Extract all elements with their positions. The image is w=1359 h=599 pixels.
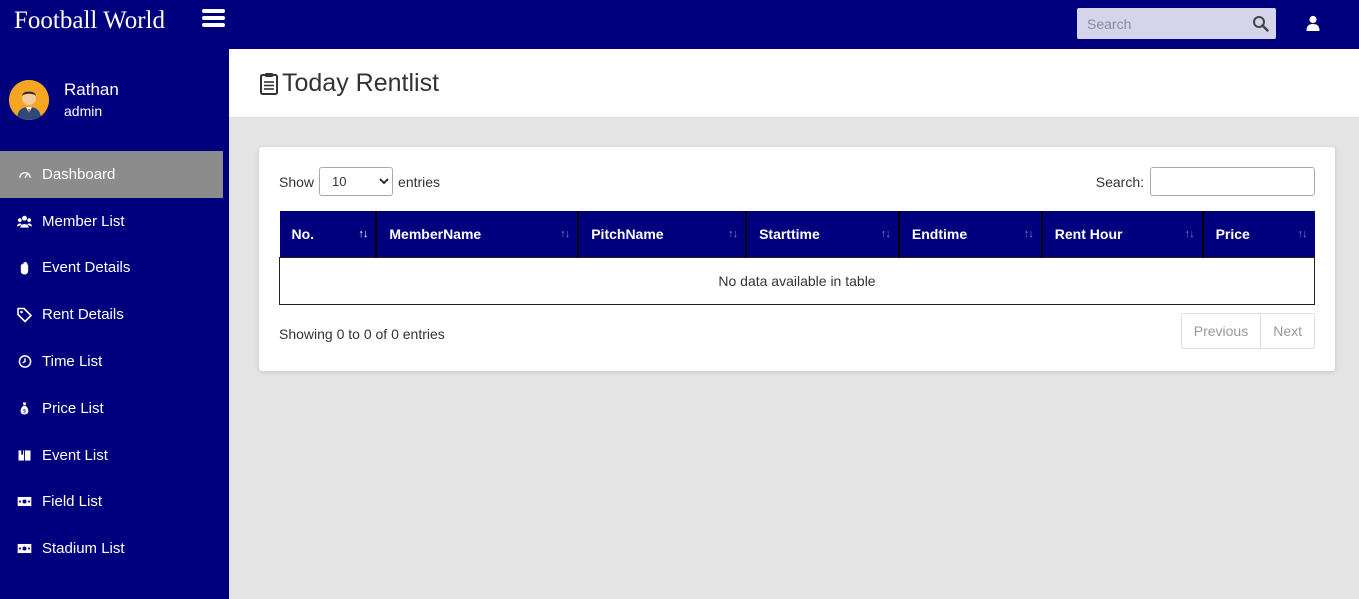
top-search-box	[1077, 8, 1276, 39]
sort-icon: ↑↓	[1297, 227, 1308, 240]
table-info: Showing 0 to 0 of 0 entries	[279, 326, 445, 342]
sort-icon: ↑↓	[560, 227, 570, 240]
column-header-endtime[interactable]: Endtime ↑↓	[898, 211, 1043, 257]
sort-asc-icon: ↑↓	[358, 227, 368, 240]
money-bill-icon	[17, 541, 32, 556]
sort-icon: ↑↓	[880, 227, 891, 240]
column-header-label: Endtime	[911, 225, 968, 242]
previous-page-button[interactable]: Previous	[1182, 314, 1260, 348]
clipboard-list-icon	[260, 72, 278, 95]
column-header-label: No.	[291, 225, 315, 242]
sidebar-item-field-list[interactable]: Field List	[0, 479, 223, 526]
column-header-label: Price	[1215, 225, 1250, 242]
empty-table-message: No data available in table	[279, 256, 1315, 305]
profile-name: Rathan	[64, 80, 119, 99]
page-title-text: Today Rentlist	[282, 69, 440, 97]
pagination: Previous Next	[1180, 313, 1315, 349]
column-header-label: Starttime	[759, 225, 820, 242]
sidebar-item-member-list[interactable]: Member List	[0, 198, 223, 245]
sidebar-item-label: Rent Details	[42, 306, 124, 324]
tag-icon	[17, 307, 32, 323]
sidebar-nav: Dashboard Member List Event Details Rent…	[0, 151, 229, 572]
sidebar-item-event-list[interactable]: Event List	[0, 432, 223, 479]
sidebar-item-label: Field List	[42, 493, 103, 511]
rentlist-table: No. ↑↓ MemberName ↑↓ PitchName ↑↓ Starttime…	[279, 211, 1315, 305]
profile-role: admin	[64, 103, 103, 119]
column-header-label: Rent Hour	[1054, 225, 1123, 242]
sidebar-item-event-details[interactable]: Event Details	[0, 245, 223, 292]
sidebar-item-label: Event Details	[42, 259, 131, 277]
book-icon	[17, 448, 32, 463]
sidebar-item-label: Member List	[42, 212, 125, 230]
length-label-show: Show	[279, 173, 315, 190]
sidebar-item-label: Stadium List	[42, 540, 125, 558]
user-avatar-icon	[9, 80, 49, 120]
table-row-empty: No data available in table	[279, 256, 1315, 305]
column-header-label: MemberName	[389, 225, 482, 242]
hand-icon	[17, 260, 32, 275]
rentlist-card: Show 10 entries Search: No. ↑↓ MemberName…	[259, 147, 1335, 371]
sidebar-item-label: Event List	[42, 446, 108, 464]
hamburger-icon[interactable]	[202, 9, 225, 28]
column-header-price[interactable]: Price ↑↓	[1202, 211, 1315, 257]
next-page-button[interactable]: Next	[1260, 314, 1314, 348]
user-icon[interactable]	[1305, 15, 1321, 31]
users-icon	[17, 214, 32, 229]
avatar	[9, 80, 49, 120]
brand-title[interactable]: Football World	[14, 7, 165, 35]
sidebar-item-stadium-list[interactable]: Stadium List	[0, 525, 223, 572]
svg-text:$: $	[23, 409, 27, 415]
page-header: Today Rentlist	[229, 49, 1359, 118]
column-header-no[interactable]: No. ↑↓	[279, 211, 378, 257]
sidebar-item-label: Dashboard	[42, 165, 116, 183]
money-bag-icon: $	[17, 401, 32, 416]
page-title: Today Rentlist	[259, 69, 439, 98]
dashboard-gauge-icon	[17, 167, 32, 182]
column-header-membername[interactable]: MemberName ↑↓	[376, 211, 580, 257]
entries-length-select[interactable]: 10	[319, 167, 394, 196]
table-search-label: Search:	[1095, 173, 1144, 190]
table-search-input[interactable]	[1150, 167, 1315, 196]
table-header-row: No. ↑↓ MemberName ↑↓ PitchName ↑↓ Starttime…	[279, 211, 1315, 257]
sidebar: Rathan admin Dashboard Member List Event…	[0, 49, 229, 599]
sort-icon: ↑↓	[1023, 227, 1034, 240]
sidebar-item-price-list[interactable]: $ Price List	[0, 385, 223, 432]
sort-icon: ↑↓	[728, 227, 738, 240]
length-label-entries: entries	[398, 173, 441, 190]
column-header-label: PitchName	[591, 225, 664, 242]
column-header-rent-hour[interactable]: Rent Hour ↑↓	[1041, 211, 1204, 257]
entries-length-control: Show 10 entries	[279, 167, 440, 196]
sidebar-item-time-list[interactable]: Time List	[0, 338, 223, 385]
column-header-pitchname[interactable]: PitchName ↑↓	[578, 211, 748, 257]
top-search-input[interactable]	[1077, 8, 1247, 39]
magnifier-icon[interactable]	[1252, 15, 1269, 32]
money-bill-icon	[17, 494, 32, 509]
clock-icon	[17, 354, 32, 369]
sidebar-item-label: Price List	[42, 399, 104, 417]
sidebar-item-dashboard[interactable]: Dashboard	[0, 151, 223, 198]
sort-icon: ↑↓	[1184, 227, 1195, 240]
table-search-control: Search:	[1096, 167, 1315, 196]
sidebar-item-rent-details[interactable]: Rent Details	[0, 291, 223, 338]
top-navbar: Football World	[0, 0, 1359, 49]
sidebar-item-label: Time List	[42, 353, 103, 371]
column-header-starttime[interactable]: Starttime ↑↓	[746, 211, 900, 257]
